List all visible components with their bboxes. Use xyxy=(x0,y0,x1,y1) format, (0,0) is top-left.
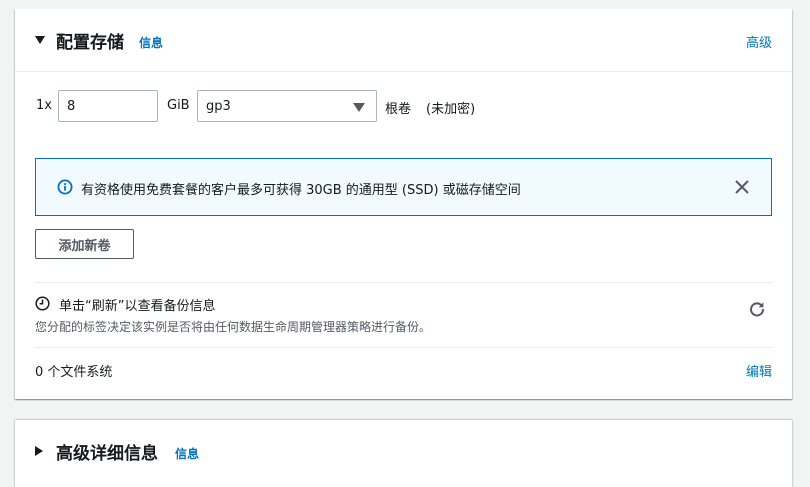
backup-title: 单击“刷新”以查看备份信息 xyxy=(59,299,216,314)
configure-storage-header[interactable]: 配置存储 信息 高级 xyxy=(15,9,792,72)
advanced-details-title: 高级详细信息 xyxy=(56,444,158,464)
advanced-link[interactable]: 高级 xyxy=(746,32,772,51)
clock-icon xyxy=(35,296,50,311)
volume-row: 1x GiB gp3 根卷 (未加密) xyxy=(36,90,736,122)
add-volume-button[interactable]: 添加新卷 xyxy=(35,229,134,259)
info-icon xyxy=(57,179,73,195)
edit-file-systems-link[interactable]: 编辑 xyxy=(746,361,772,380)
close-icon[interactable] xyxy=(733,178,751,196)
encryption-status: (未加密) xyxy=(426,102,476,117)
volume-count: 1x xyxy=(36,98,52,113)
free-tier-alert: 有资格使用免费套餐的客户最多可获得 30GB 的通用型 (SSD) 或磁存储空间 xyxy=(35,158,772,216)
volume-size-input[interactable] xyxy=(58,90,158,122)
refresh-icon[interactable] xyxy=(748,300,766,318)
caret-down-icon[interactable] xyxy=(35,36,45,44)
divider xyxy=(35,347,772,348)
volume-size-unit: GiB xyxy=(167,98,190,113)
storage-info-link[interactable]: 信息 xyxy=(139,34,163,51)
configure-storage-panel: 配置存储 信息 高级 1x GiB gp3 根卷 (未加密) 有资格使用免费套餐… xyxy=(15,9,792,399)
divider xyxy=(35,282,772,283)
advanced-details-panel: 高级详细信息 信息 xyxy=(15,420,792,487)
caret-down-icon xyxy=(353,103,365,112)
advanced-info-link[interactable]: 信息 xyxy=(175,445,199,462)
root-volume-label: 根卷 xyxy=(385,102,412,117)
advanced-details-header[interactable]: 高级详细信息 信息 xyxy=(15,420,792,483)
caret-right-icon[interactable] xyxy=(35,446,43,456)
file-systems-count: 0 个文件系统 xyxy=(35,365,113,380)
backup-info: 单击“刷新”以查看备份信息 您分配的标签决定该实例是否将由任何数据生命周期管理器… xyxy=(35,294,772,344)
alert-message: 有资格使用免费套餐的客户最多可获得 30GB 的通用型 (SSD) 或磁存储空间 xyxy=(81,183,521,198)
backup-description: 您分配的标签决定该实例是否将由任何数据生命周期管理器策略进行备份。 xyxy=(35,320,432,334)
configure-storage-title: 配置存储 xyxy=(56,33,124,53)
volume-type-value: gp3 xyxy=(206,99,231,114)
volume-type-select[interactable]: gp3 xyxy=(197,90,377,122)
